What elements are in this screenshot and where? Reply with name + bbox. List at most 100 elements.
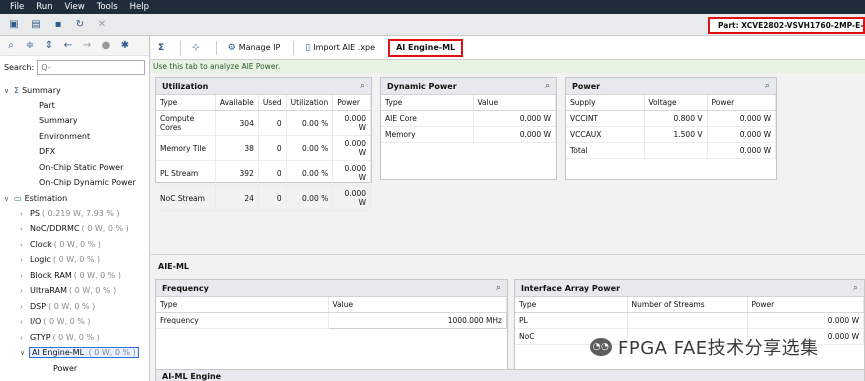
search-icon[interactable]: ⌕ xyxy=(4,38,18,54)
tree-item-dsp[interactable]: › DSP( 0 W, 0 % ) xyxy=(20,300,95,313)
tree-item-io[interactable]: › I/O( 0 W, 0 % ) xyxy=(20,315,91,328)
column-header[interactable]: Power xyxy=(707,95,776,111)
sigma-icon: Σ xyxy=(14,86,20,95)
search-icon[interactable]: ⌕ xyxy=(545,81,550,91)
save-icon[interactable]: ▪ xyxy=(50,17,66,33)
table-cell: 0 xyxy=(258,135,287,161)
tree-estimation[interactable]: ∨ ▭ Estimation xyxy=(4,192,67,205)
table-cell: 24 xyxy=(215,185,259,211)
settings-gear-icon[interactable]: ✱ xyxy=(118,38,132,54)
column-header[interactable]: Voltage xyxy=(644,95,708,111)
column-header[interactable]: Value xyxy=(328,297,507,313)
column-header[interactable]: Value xyxy=(473,95,556,111)
tree-item-part[interactable]: Part xyxy=(39,99,55,112)
search-icon[interactable]: ⌕ xyxy=(853,283,858,293)
tree-item-dfx[interactable]: DFX xyxy=(39,145,55,158)
table-cell: 0.000 W xyxy=(332,110,371,136)
search-icon[interactable]: ⌕ xyxy=(496,283,501,293)
hierarchy-button[interactable]: ⊹ xyxy=(189,39,206,57)
menu-file[interactable]: File xyxy=(0,2,30,12)
tree-item-summary[interactable]: Summary xyxy=(39,114,78,127)
column-header[interactable]: Type xyxy=(515,297,628,313)
column-header[interactable]: Number of Streams xyxy=(627,297,748,313)
menu-help[interactable]: Help xyxy=(124,2,155,12)
table-header-row: Type Available Used Utilization Power xyxy=(156,95,371,111)
tree-item-ultraram[interactable]: › UltraRAM( 0 W, 0 % ) xyxy=(20,284,116,297)
table-cell: 0 xyxy=(258,110,287,136)
table-cell: Frequency xyxy=(156,312,329,329)
expand-all-icon[interactable]: ⇕ xyxy=(42,38,56,54)
tree-item-clock[interactable]: › Clock( 0 W, 0 % ) xyxy=(20,238,101,251)
tree-item-logic[interactable]: › Logic( 0 W, 0 % ) xyxy=(20,253,100,266)
settings-icon[interactable]: ✕ xyxy=(94,17,110,33)
forward-arrow-icon[interactable]: → xyxy=(80,38,94,54)
column-header[interactable]: Supply xyxy=(566,95,645,111)
column-header[interactable]: Type xyxy=(381,95,474,111)
tree-item-ps[interactable]: › PS( 0.219 W, 7.93 % ) xyxy=(20,207,120,220)
column-header[interactable]: Type xyxy=(156,95,216,111)
tree-item-dynamic-power[interactable]: On-Chip Dynamic Power xyxy=(39,176,136,189)
tree-item-noc-ddrmc[interactable]: › NoC/DDRMC( 0 W, 0 % ) xyxy=(20,222,129,235)
table-cell: 0.000 W xyxy=(707,110,776,127)
panel-title: Power xyxy=(572,81,601,91)
search-icon[interactable]: ⌕ xyxy=(765,81,770,91)
back-arrow-icon[interactable]: ← xyxy=(61,38,75,54)
stop-icon[interactable]: ● xyxy=(99,38,113,54)
column-header[interactable]: Available xyxy=(215,95,259,111)
watermark: ◔◔ FPGA FAE技术分享选集 xyxy=(590,334,819,360)
chevron-down-icon[interactable]: ∨ xyxy=(4,195,14,203)
watermark-text: FPGA FAE技术分享选集 xyxy=(618,338,819,359)
table-cell: VCCAUX xyxy=(566,126,645,143)
import-aie-button[interactable]: ▯ Import AIE .xpe xyxy=(302,39,378,57)
search-input[interactable]: Q- xyxy=(37,59,146,75)
separator xyxy=(180,40,182,55)
frequency-header: Frequency ⌕ xyxy=(156,280,507,297)
column-header[interactable]: Power xyxy=(747,297,864,313)
navigation-pane: ⌕ ≑ ⇕ ← → ● ✱ Search: Q- ∨ Σ Summary Par… xyxy=(0,36,150,381)
column-header[interactable]: Power xyxy=(332,95,371,111)
chevron-right-icon[interactable]: › xyxy=(20,225,30,233)
tree-item-environment[interactable]: Environment xyxy=(39,130,90,143)
estimation-icon: ▭ xyxy=(14,194,22,203)
tree-item-label: NoC/DDRMC xyxy=(30,224,80,233)
tree-item-gtyp[interactable]: › GTYP( 0 W, 0 % ) xyxy=(20,331,100,344)
tree-summary[interactable]: ∨ Σ Summary xyxy=(4,84,61,97)
sigma-button[interactable]: Σ xyxy=(155,39,170,57)
open-folder-icon[interactable]: ▤ xyxy=(28,17,44,33)
manage-ip-button[interactable]: ⚙ Manage IP xyxy=(225,39,284,57)
chevron-right-icon[interactable]: › xyxy=(20,334,30,342)
refresh-icon[interactable]: ↻ xyxy=(72,17,88,33)
chevron-right-icon[interactable]: › xyxy=(20,272,30,280)
chevron-right-icon[interactable]: › xyxy=(20,210,30,218)
menu-run[interactable]: Run xyxy=(30,2,58,12)
menu-bar: File Run View Tools Help xyxy=(0,0,865,14)
table-row: VCCINT 0.800 V 0.000 W xyxy=(566,110,776,127)
menu-tools[interactable]: Tools xyxy=(91,2,124,12)
chevron-right-icon[interactable]: › xyxy=(20,256,30,264)
tab-ai-engine-ml[interactable]: AI Engine-ML xyxy=(388,38,464,57)
tree-item-power[interactable]: Power xyxy=(53,362,77,375)
sigma-icon: Σ xyxy=(158,42,165,53)
column-header[interactable]: Used xyxy=(258,95,287,111)
chevron-right-icon[interactable]: › xyxy=(20,241,30,249)
column-header[interactable]: Type xyxy=(156,297,329,313)
chevron-down-icon[interactable]: ∨ xyxy=(20,349,30,357)
tree-item-static-power[interactable]: On-Chip Static Power xyxy=(39,161,123,174)
column-header[interactable]: Utilization xyxy=(286,95,334,111)
tree-item-detail: ( 0 W, 0 % ) xyxy=(88,348,136,357)
collapse-all-icon[interactable]: ≑ xyxy=(23,38,37,54)
tree-item-ai-engine-ml[interactable]: ∨ AI Engine-ML ( 0 W, 0 % ) xyxy=(20,346,139,359)
tree-item-block-ram[interactable]: › Block RAM( 0 W, 0 % ) xyxy=(20,269,121,282)
frequency-value-field[interactable]: 1000.000 MHz xyxy=(327,312,507,329)
chevron-right-icon[interactable]: › xyxy=(20,318,30,326)
chevron-down-icon[interactable]: ∨ xyxy=(4,87,14,95)
table-cell: 0 xyxy=(258,160,287,186)
chevron-right-icon[interactable]: › xyxy=(20,287,30,295)
table-row: PL 0.000 W xyxy=(515,312,864,329)
table-cell: 0.00 % xyxy=(286,135,334,161)
table-cell: 0.000 W xyxy=(332,135,371,161)
chevron-right-icon[interactable]: › xyxy=(20,303,30,311)
menu-view[interactable]: View xyxy=(59,2,91,12)
new-project-icon[interactable]: ▣ xyxy=(6,17,22,33)
search-icon[interactable]: ⌕ xyxy=(360,81,365,91)
